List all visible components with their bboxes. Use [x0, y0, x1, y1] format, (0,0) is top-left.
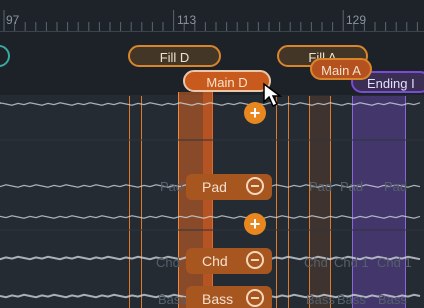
chd-ghost-label-1: Chd — [156, 255, 180, 270]
arranger-view: 97 113 129 Fill D Fill A Ending I Main A… — [0, 0, 424, 308]
chd-ghost-label-3: Chd 1 — [334, 255, 369, 270]
waveform-line — [0, 102, 421, 106]
pad-ghost-label-4: Pad — [384, 179, 408, 194]
pad-ghost-label-1: Pad — [160, 179, 184, 194]
minus-circle-icon[interactable] — [246, 289, 264, 307]
add-track-button[interactable]: + — [244, 213, 266, 235]
bass-ghost-label-3: Bass — [337, 292, 366, 307]
chd-label: Chd — [202, 253, 228, 269]
bass-label: Bass — [202, 291, 234, 307]
pad-ghost-label-3: Pad — [340, 179, 364, 194]
minus-circle-icon[interactable] — [246, 177, 264, 195]
pad-ghost-label-2: Pad — [309, 179, 333, 194]
bass-instrument-chip[interactable]: Bass — [186, 286, 272, 308]
chd-ghost-label-4: Chd 1 — [377, 255, 412, 270]
chd-ghost-label-2: Chd — [304, 255, 328, 270]
bass-ghost-label-1: Bass — [158, 292, 187, 307]
plus-icon: + — [249, 103, 261, 123]
mouse-pointer-icon — [263, 82, 283, 108]
waveform-line — [0, 215, 421, 219]
plus-icon: + — [249, 214, 261, 234]
minus-circle-icon[interactable] — [246, 251, 264, 269]
bass-ghost-label-4: Bass — [378, 292, 407, 307]
pad-instrument-chip[interactable]: Pad — [186, 174, 272, 200]
bass-ghost-label-2: Bass — [306, 292, 335, 307]
chd-instrument-chip[interactable]: Chd — [186, 248, 272, 274]
pad-label: Pad — [202, 179, 227, 195]
